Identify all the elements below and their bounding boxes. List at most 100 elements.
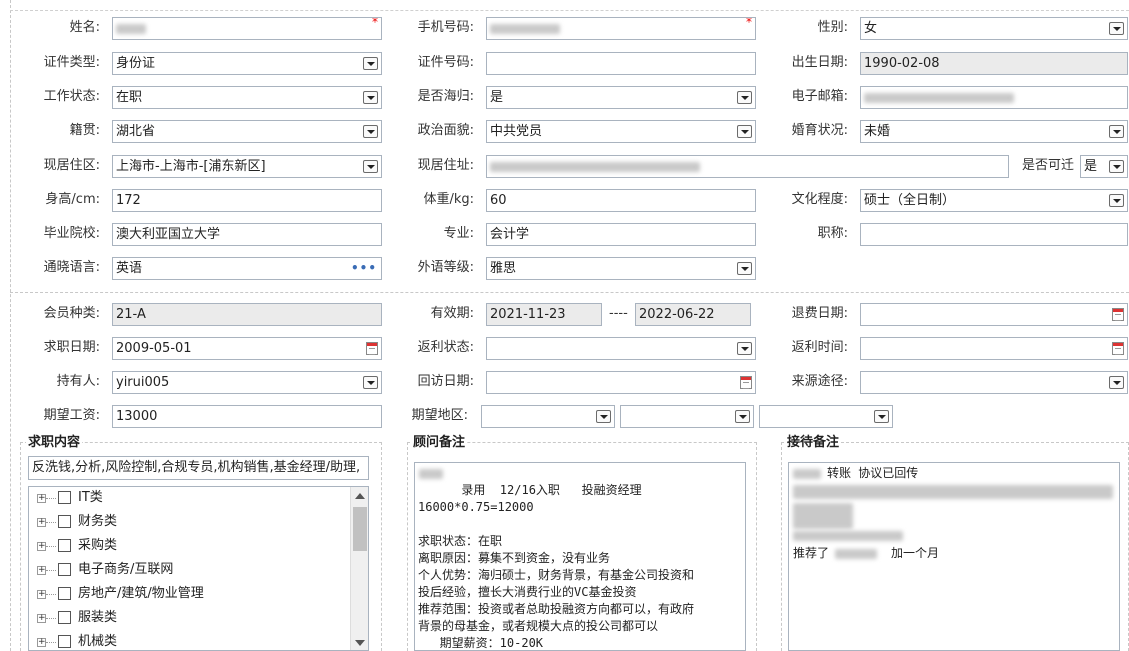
chevron-down-icon[interactable] <box>1109 125 1124 138</box>
more-icon[interactable]: ••• <box>351 262 377 274</box>
chevron-down-icon[interactable] <box>363 125 378 138</box>
chevron-down-icon[interactable] <box>737 91 752 104</box>
checkbox[interactable] <box>58 611 71 624</box>
holder-select[interactable]: yirui005 <box>112 371 382 394</box>
returnee-select[interactable]: 是 <box>486 86 756 109</box>
phone-field[interactable]: * <box>486 17 756 40</box>
expand-icon[interactable]: + <box>37 518 46 527</box>
job-category-tree[interactable]: + IT类 + 财务类 + 采购类 + 电子商务/互联网 + 房地产/建筑/物业… <box>28 486 369 651</box>
salary-label: 期望工资: <box>43 408 100 423</box>
region-city-select[interactable] <box>620 405 754 428</box>
lang-level-select[interactable]: 雅思 <box>486 257 756 280</box>
calendar-icon[interactable] <box>1112 308 1124 321</box>
major-field[interactable]: 会计学 <box>486 223 756 246</box>
checkbox[interactable] <box>58 515 71 528</box>
id-type-select[interactable]: 身份证 <box>112 52 382 75</box>
school-field[interactable]: 澳大利亚国立大学 <box>112 223 382 246</box>
consultant-note-text: 录用 12/16入职 投融资经理 16000*0.75=12000 求职状态：在… <box>418 483 695 650</box>
chevron-down-icon[interactable] <box>363 57 378 70</box>
scroll-down-icon[interactable] <box>355 640 365 646</box>
checkbox[interactable] <box>58 539 71 552</box>
gender-value: 女 <box>864 21 878 36</box>
height-field[interactable]: 172 <box>112 189 382 212</box>
chevron-down-icon[interactable] <box>1109 22 1124 35</box>
salary-field[interactable]: 13000 <box>112 405 382 428</box>
political-select[interactable]: 中共党员 <box>486 120 756 143</box>
school-label: 毕业院校: <box>43 226 100 241</box>
id-type-value: 身份证 <box>116 56 156 71</box>
chevron-down-icon[interactable] <box>737 342 752 355</box>
title-label: 职称: <box>817 226 848 241</box>
visit-date-field[interactable] <box>486 371 756 394</box>
valid-from-value: 2021-11-23 <box>490 307 566 322</box>
title-field[interactable] <box>860 223 1128 246</box>
relocate-value: 是 <box>1084 159 1098 174</box>
chevron-down-icon[interactable] <box>1109 376 1124 389</box>
member-type-field[interactable]: 21-A <box>112 303 382 326</box>
consultant-note-title: 顾问备注 <box>411 434 468 452</box>
marital-label: 婚育状况: <box>791 123 848 138</box>
job-content-summary[interactable]: 反洗钱,分析,风险控制,合规专员,机构销售,基金经理/助理, <box>28 456 369 480</box>
birth-date-field[interactable]: 1990-02-08 <box>860 52 1128 75</box>
residence-area-label: 现居住区: <box>43 158 100 173</box>
expand-icon[interactable]: + <box>37 566 46 575</box>
member-type-value: 21-A <box>116 307 146 322</box>
language-field[interactable]: 英语 ••• <box>112 257 382 280</box>
native-place-label: 籍贯: <box>69 123 100 138</box>
scroll-up-icon[interactable] <box>355 493 365 499</box>
rebate-status-label: 返利状态: <box>417 340 474 355</box>
valid-from-field[interactable]: 2021-11-23 <box>486 303 602 326</box>
chevron-down-icon[interactable] <box>1109 160 1124 173</box>
marital-select[interactable]: 未婚 <box>860 120 1128 143</box>
valid-to-field[interactable]: 2022-06-22 <box>635 303 751 326</box>
education-select[interactable]: 硕士（全日制） <box>860 189 1128 212</box>
chevron-down-icon[interactable] <box>737 125 752 138</box>
calendar-icon[interactable] <box>366 342 378 355</box>
name-field[interactable]: * <box>112 17 382 40</box>
checkbox[interactable] <box>58 635 71 648</box>
native-place-select[interactable]: 湖北省 <box>112 120 382 143</box>
residence-area-select[interactable]: 上海市-上海市-[浦东新区] <box>112 155 382 178</box>
checkbox[interactable] <box>58 587 71 600</box>
returnee-label: 是否海归: <box>417 89 474 104</box>
refund-date-label: 退费日期: <box>791 306 848 321</box>
calendar-icon[interactable] <box>740 376 752 389</box>
consultant-note-textarea[interactable]: 录用 12/16入职 投融资经理 16000*0.75=12000 求职状态：在… <box>414 462 746 651</box>
checkbox[interactable] <box>58 563 71 576</box>
reception-note-textarea[interactable]: 转账 协议已回传 推荐了 加一个月 <box>788 462 1120 651</box>
job-date-field[interactable]: 2009-05-01 <box>112 337 382 360</box>
tree-scrollbar[interactable] <box>350 487 368 650</box>
expand-icon[interactable]: + <box>37 542 46 551</box>
chevron-down-icon[interactable] <box>596 410 611 423</box>
refund-date-field[interactable] <box>860 303 1128 326</box>
chevron-down-icon[interactable] <box>363 91 378 104</box>
residence-addr-field[interactable] <box>486 155 1009 178</box>
required-marker: * <box>746 17 752 29</box>
chevron-down-icon[interactable] <box>363 160 378 173</box>
expand-icon[interactable]: + <box>37 494 46 503</box>
chevron-down-icon[interactable] <box>735 410 750 423</box>
checkbox[interactable] <box>58 491 71 504</box>
expand-icon[interactable]: + <box>37 614 46 623</box>
work-status-select[interactable]: 在职 <box>112 86 382 109</box>
scroll-thumb[interactable] <box>353 507 367 551</box>
source-select[interactable] <box>860 371 1128 394</box>
redacted-text <box>793 485 1113 499</box>
chevron-down-icon[interactable] <box>1109 194 1124 207</box>
region-district-select[interactable] <box>759 405 893 428</box>
gender-select[interactable]: 女 <box>860 17 1128 40</box>
expand-icon[interactable]: + <box>37 590 46 599</box>
email-field[interactable] <box>860 86 1128 109</box>
id-number-field[interactable] <box>486 52 756 75</box>
chevron-down-icon[interactable] <box>363 376 378 389</box>
redacted-address <box>490 161 700 172</box>
relocate-select[interactable]: 是 <box>1080 155 1128 178</box>
chevron-down-icon[interactable] <box>874 410 889 423</box>
rebate-time-field[interactable] <box>860 337 1128 360</box>
region-province-select[interactable] <box>481 405 615 428</box>
chevron-down-icon[interactable] <box>737 262 752 275</box>
rebate-status-select[interactable] <box>486 337 756 360</box>
weight-field[interactable]: 60 <box>486 189 756 212</box>
expand-icon[interactable]: + <box>37 638 46 647</box>
calendar-icon[interactable] <box>1112 342 1124 355</box>
